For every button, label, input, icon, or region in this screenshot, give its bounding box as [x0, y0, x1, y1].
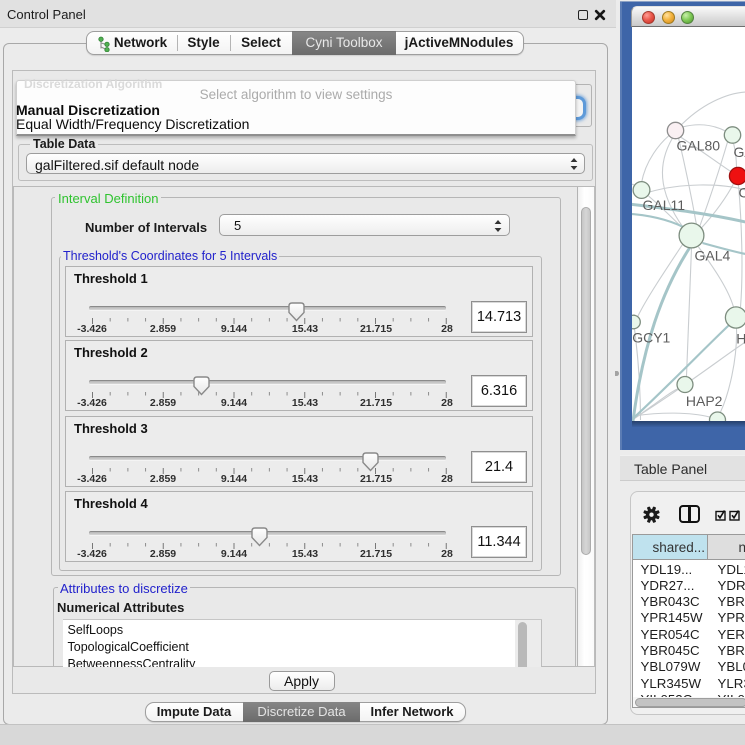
- svg-text:GCY1: GCY1: [632, 330, 670, 346]
- svg-text:GAL80: GAL80: [676, 138, 720, 154]
- svg-text:GAL: GAL: [733, 144, 745, 160]
- svg-text:GAL4: GAL4: [694, 248, 730, 264]
- svg-text:GAL11: GAL11: [642, 197, 685, 213]
- svg-text:HAP2: HAP2: [685, 393, 722, 409]
- svg-text:CY: CY: [738, 185, 745, 201]
- svg-text:HAP2: HAP2: [736, 331, 745, 347]
